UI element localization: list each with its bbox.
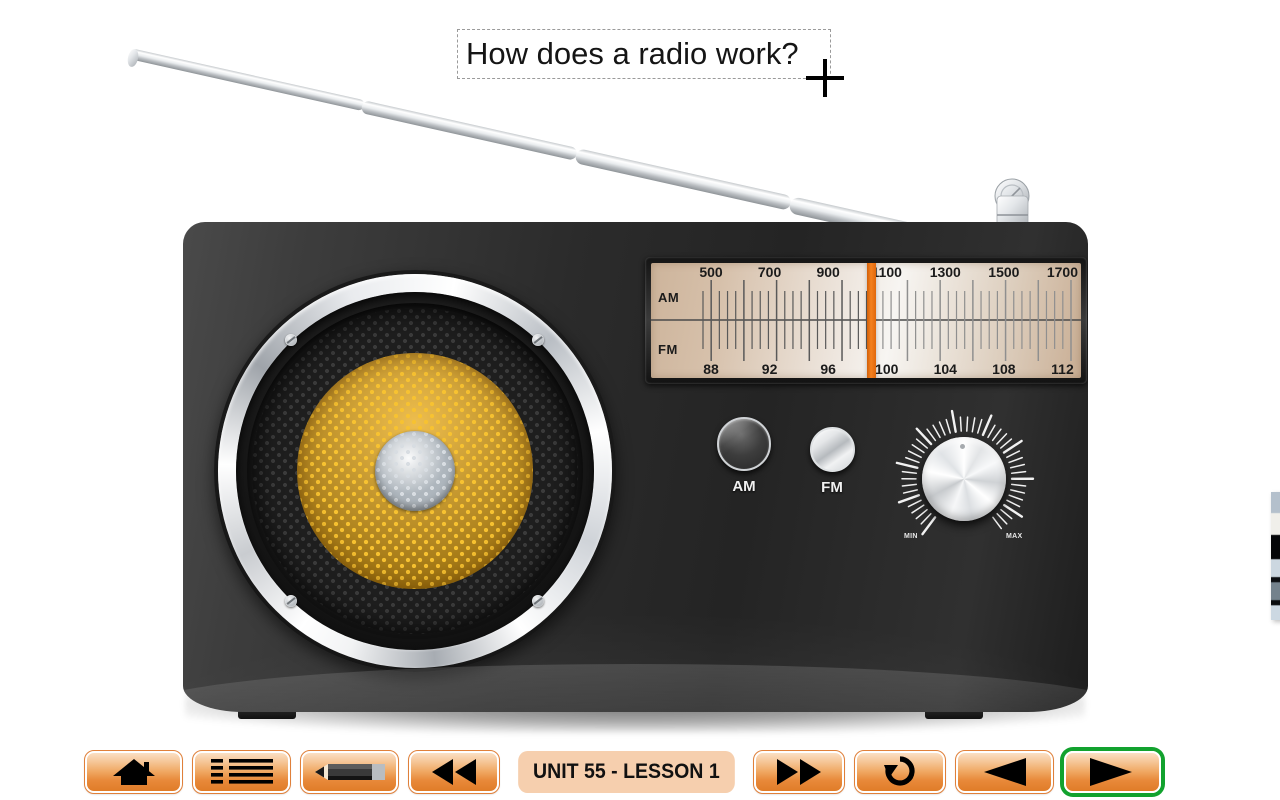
svg-text:700: 700 xyxy=(758,264,782,280)
svg-text:104: 104 xyxy=(934,361,958,377)
loudspeaker xyxy=(214,270,616,672)
home-button[interactable] xyxy=(84,750,183,794)
svg-text:1500: 1500 xyxy=(988,264,1019,280)
svg-text:1300: 1300 xyxy=(930,264,961,280)
svg-text:1100: 1100 xyxy=(872,264,903,280)
speaker-screw-top-left xyxy=(285,334,297,346)
replay-button[interactable] xyxy=(853,750,946,794)
tuner-dial-face: AM FM 500 700 900 1100 1300 1500 1700 88 92 96 100… xyxy=(651,263,1081,378)
svg-text:112: 112 xyxy=(1051,361,1074,377)
volume-min-label: MIN xyxy=(904,533,918,540)
band-label-am: AM xyxy=(658,290,680,305)
speaker-screw-bottom-right xyxy=(532,595,544,607)
rewind-icon xyxy=(430,759,478,785)
crosshair-cursor xyxy=(806,59,844,97)
volume-max-label: MAX xyxy=(1006,533,1023,540)
fm-button-cap[interactable] xyxy=(809,427,855,472)
replay-icon xyxy=(883,756,917,788)
svg-text:500: 500 xyxy=(699,264,723,280)
svg-text:1700: 1700 xyxy=(1047,264,1078,280)
am-button-cap[interactable] xyxy=(717,417,771,471)
next-button[interactable] xyxy=(1063,751,1161,793)
page-title: How does a radio work? xyxy=(466,36,799,71)
list-icon xyxy=(210,758,273,786)
volume-knob-cap[interactable] xyxy=(922,437,1006,521)
bottom-toolbar: UNIT 55 - LESSON 1 xyxy=(0,744,1280,800)
svg-text:96: 96 xyxy=(820,361,836,377)
fm-button[interactable]: FM xyxy=(806,427,858,496)
speaker-screw-bottom-left xyxy=(285,595,297,607)
svg-text:100: 100 xyxy=(875,361,899,377)
svg-text:88: 88 xyxy=(703,361,719,377)
previous-icon xyxy=(982,758,1027,786)
volume-knob[interactable]: MIN MAX xyxy=(893,408,1035,550)
unit-lesson-label: UNIT 55 - LESSON 1 xyxy=(518,751,735,793)
app-canvas: How does a radio work? AM FM 500 700 900… xyxy=(0,0,1280,800)
previous-button[interactable] xyxy=(954,750,1054,794)
speaker-screw-top-right xyxy=(532,334,544,346)
rewind-button[interactable] xyxy=(408,750,500,794)
dial-scale: 500 700 900 1100 1300 1500 1700 88 92 96 100 104 108… xyxy=(651,264,1081,377)
radio-body: AM FM 500 700 900 1100 1300 1500 1700 88 92 96 100… xyxy=(183,222,1088,712)
tuner-needle[interactable] xyxy=(867,263,876,378)
band-label-fm: FM xyxy=(658,342,678,357)
side-tuning-knob[interactable] xyxy=(1271,492,1280,620)
index-button[interactable] xyxy=(192,750,291,794)
svg-text:108: 108 xyxy=(992,361,1016,377)
am-button-label: AM xyxy=(732,478,756,495)
pencil-icon xyxy=(314,761,385,783)
svg-text:92: 92 xyxy=(762,361,778,377)
fast-forward-icon xyxy=(775,759,823,785)
radio-receiver: AM FM 500 700 900 1100 1300 1500 1700 88 92 96 100… xyxy=(183,222,1280,717)
lesson-title-box[interactable]: How does a radio work? xyxy=(457,29,831,79)
tuner-dial[interactable]: AM FM 500 700 900 1100 1300 1500 1700 88 92 96 100… xyxy=(645,257,1087,384)
svg-text:900: 900 xyxy=(816,264,840,280)
speaker-dust-cap xyxy=(375,431,455,511)
draw-button[interactable] xyxy=(300,750,399,794)
am-button[interactable]: AM xyxy=(714,417,774,495)
next-icon xyxy=(1090,758,1134,786)
home-icon xyxy=(111,757,157,787)
forward-button[interactable] xyxy=(752,750,845,794)
fm-button-label: FM xyxy=(821,479,843,496)
